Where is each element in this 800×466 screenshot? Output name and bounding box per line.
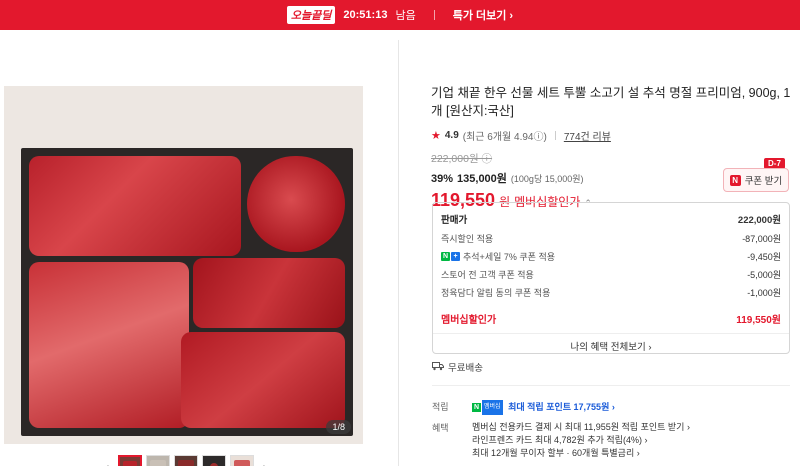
breakdown-row-label: 즉시할인 적용 xyxy=(441,233,494,244)
breakdown-row-label: N + 추석+세일 7% 쿠폰 적용 xyxy=(441,250,555,263)
star-icon: ★ xyxy=(431,130,441,142)
benefit-line-installment[interactable]: 최대 12개월 무이자 할부 · 60개월 특별금리 › xyxy=(472,447,792,460)
breakdown-total-label: 멤버십할인가 xyxy=(441,314,497,326)
sale-price: 135,000원 xyxy=(457,173,507,185)
deal-timer: 20:51:13 xyxy=(343,9,388,21)
points-value[interactable]: N 멤버십 최대 적립 포인트 17,755원 › xyxy=(472,400,792,415)
product-title: 기업 채끝 한우 선물 세트 투뿔 소고기 설 추석 명절 프리미엄, 900g… xyxy=(431,86,791,118)
shipping-info: 무료배송 xyxy=(432,360,483,374)
breakdown-row: 스토어 전 고객 쿠폰 적용 -5,000원 xyxy=(441,265,781,283)
reviews-link[interactable]: 774건 리뷰 xyxy=(564,128,611,143)
coupon-download-button[interactable]: N 쿠폰 받기 xyxy=(723,168,789,192)
original-price: 222,000원 ⓘ xyxy=(431,153,493,165)
product-main-image[interactable]: 1/8 xyxy=(4,86,363,444)
breakdown-row-value: -9,450원 xyxy=(747,251,781,262)
breakdown-row: 즉시할인 적용 -87,000원 xyxy=(441,229,781,247)
breakdown-header: 판매가 222,000원 xyxy=(441,209,781,229)
breakdown-row-label: 정육담다 알림 동의 쿠폰 적용 xyxy=(441,287,551,298)
coupon-button-label: 쿠폰 받기 xyxy=(744,176,783,187)
breakdown-head-value: 222,000원 xyxy=(737,215,781,226)
breakdown-row-label: 스토어 전 고객 쿠폰 적용 xyxy=(441,269,534,280)
prev-thumb-arrow-icon[interactable]: ‹ xyxy=(100,459,114,466)
breakdown-total-value: 119,550원 xyxy=(736,314,781,326)
thumbnail-5[interactable] xyxy=(230,455,254,466)
points-link[interactable]: 최대 적립 포인트 17,755원 › xyxy=(508,402,615,412)
section-divider xyxy=(432,385,790,386)
image-counter: 1/8 xyxy=(326,420,351,434)
rating-row: ★ 4.9 (최근 6개월 4.94ⓘ) 774건 리뷰 xyxy=(431,128,791,143)
rating-score: 4.9 xyxy=(444,130,459,141)
more-deals-link[interactable]: 특가 더보기 › xyxy=(453,7,513,23)
benefit-line-linefriends[interactable]: 라인프렌즈 카드 최대 4,782원 추가 적립(4%) › xyxy=(472,434,792,447)
naver-n-icon: N xyxy=(729,174,741,186)
shipping-label: 무료배송 xyxy=(448,363,483,374)
all-benefits-link[interactable]: 나의 혜택 전체보기 › xyxy=(441,334,781,353)
naver-plus-icon: N + xyxy=(441,251,460,261)
column-divider xyxy=(398,40,399,466)
next-thumb-arrow-icon[interactable]: › xyxy=(258,459,272,466)
points-key: 적립 xyxy=(432,402,449,412)
banner-divider xyxy=(433,10,435,20)
breakdown-row-value: -1,000원 xyxy=(747,287,781,298)
deal-brand-logo: 오늘끝딜 xyxy=(286,6,336,24)
thumbnail-3[interactable] xyxy=(174,455,198,466)
thumbnail-1[interactable] xyxy=(118,455,142,466)
rating-divider xyxy=(554,131,556,140)
rating-recent: (최근 6개월 4.94ⓘ) xyxy=(462,132,547,143)
truck-icon xyxy=(432,361,444,374)
breakdown-row-label-text: 추석+세일 7% 쿠폰 적용 xyxy=(463,251,556,262)
price-breakdown-box: 판매가 222,000원 즉시할인 적용 -87,000원 N + 추석+세일 7… xyxy=(432,202,790,354)
points-row: 적립 N 멤버십 최대 적립 포인트 17,755원 › xyxy=(432,400,792,415)
benefits-section: 적립 N 멤버십 최대 적립 포인트 17,755원 › 혜택 멤버십 전용카드 … xyxy=(432,400,792,466)
benefits-list: 멤버십 전용카드 결제 시 최대 11,955원 적립 포인트 받기 › 라인프… xyxy=(472,421,792,460)
thumbnail-2[interactable] xyxy=(146,455,170,466)
benefits-key: 혜택 xyxy=(432,423,449,433)
breakdown-head-label: 판매가 xyxy=(441,215,468,226)
breakdown-row-value: -87,000원 xyxy=(742,233,781,244)
deal-banner: 오늘끝딜 20:51:13 남음 특가 더보기 › xyxy=(0,0,800,30)
deal-timer-suffix: 남음 xyxy=(395,10,416,22)
breakdown-row-value: -5,000원 xyxy=(747,269,781,280)
discount-percent: 39% xyxy=(431,173,454,185)
thumbnail-strip: ‹ › xyxy=(100,454,272,466)
unit-price: (100g당 15,000원) xyxy=(510,174,584,184)
breakdown-total: 멤버십할인가 119,550원 xyxy=(441,309,781,327)
benefit-line-card[interactable]: 멤버십 전용카드 결제 시 최대 11,955원 적립 포인트 받기 › xyxy=(472,421,792,434)
breakdown-row: 정육담다 알림 동의 쿠폰 적용 -1,000원 xyxy=(441,283,781,301)
benefits-row: 혜택 멤버십 전용카드 결제 시 최대 11,955원 적립 포인트 받기 › … xyxy=(432,421,792,460)
meat-tray-illustration xyxy=(21,148,353,436)
thumbnail-4[interactable] xyxy=(202,455,226,466)
breakdown-row: N + 추석+세일 7% 쿠폰 적용 -9,450원 xyxy=(441,247,781,265)
naver-pay-icon: N 멤버십 xyxy=(472,400,503,415)
